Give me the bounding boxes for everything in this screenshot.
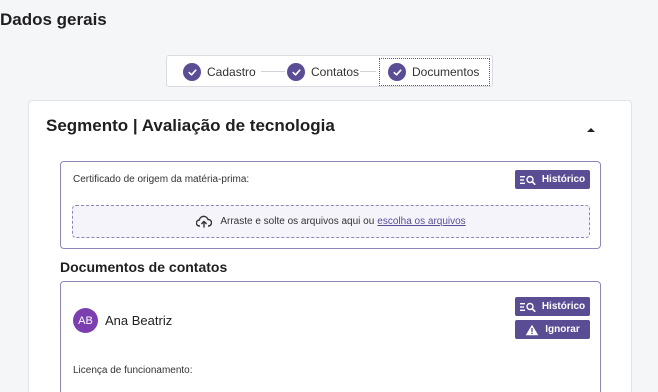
step-connector xyxy=(360,71,376,72)
contact-card: AB Ana Beatriz Histórico Ignorar Licença… xyxy=(60,281,601,392)
ignore-button-label: Ignorar xyxy=(545,324,580,335)
dropzone-text: Arraste e solte os arquivos aqui ou xyxy=(220,216,375,227)
section-title: Segmento | Avaliação de tecnologia xyxy=(46,116,335,135)
stepper: Cadastro Contatos Documentos xyxy=(166,55,493,87)
file-dropzone[interactable]: Arraste e solte os arquivos aqui ou esco… xyxy=(72,205,590,238)
step-label: Documentos xyxy=(412,65,480,79)
page-title: Dados gerais xyxy=(0,10,107,29)
history-button[interactable]: Histórico xyxy=(515,170,590,189)
contact-history-button[interactable]: Histórico xyxy=(515,297,590,316)
history-search-icon xyxy=(519,175,536,185)
caret-up-icon[interactable] xyxy=(585,121,597,132)
certificate-label: Certificado de origem da matéria-prima: xyxy=(73,174,250,185)
step-cadastro[interactable]: Cadastro xyxy=(183,61,256,83)
step-label: Contatos xyxy=(311,65,360,79)
step-documentos[interactable]: Documentos xyxy=(378,58,491,86)
certificate-box: Certificado de origem da matéria-prima: … xyxy=(60,161,601,249)
choose-files-link[interactable]: escolha os arquivos xyxy=(377,216,465,227)
check-icon xyxy=(388,63,406,81)
cloud-upload-icon xyxy=(196,215,213,228)
history-button-label: Histórico xyxy=(541,301,586,312)
step-label: Cadastro xyxy=(207,65,256,79)
warning-icon xyxy=(525,324,539,335)
check-icon xyxy=(183,63,201,81)
avatar: AB xyxy=(73,308,98,333)
ignore-button[interactable]: Ignorar xyxy=(515,320,590,339)
history-search-icon xyxy=(519,302,536,312)
contacts-section-title: Documentos de contatos xyxy=(60,259,228,275)
step-connector xyxy=(261,71,285,72)
check-icon xyxy=(287,63,305,81)
history-button-label: Histórico xyxy=(541,174,586,185)
document-label: Licença de funcionamento: xyxy=(73,365,193,376)
contact-name: Ana Beatriz xyxy=(105,313,173,328)
section-card: Segmento | Avaliação de tecnologia Certi… xyxy=(28,100,632,392)
step-contatos[interactable]: Contatos xyxy=(287,61,359,83)
